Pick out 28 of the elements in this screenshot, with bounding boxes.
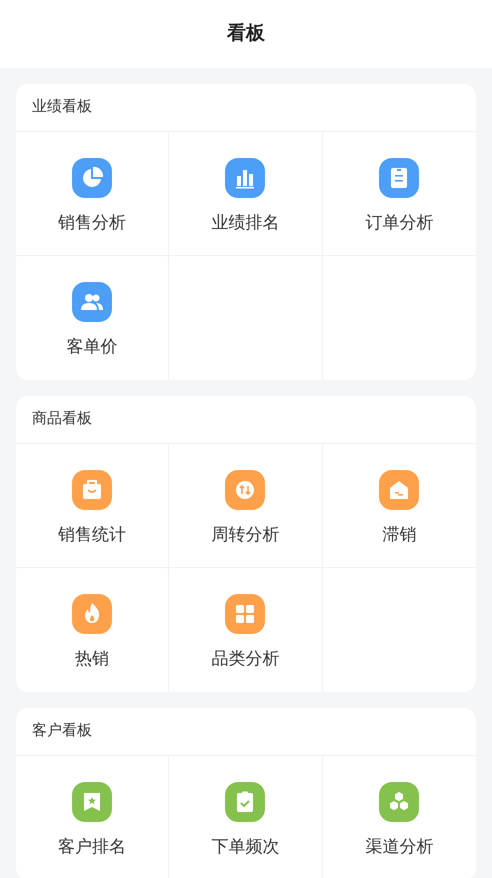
tile-label: 渠道分析 bbox=[365, 836, 434, 858]
tile-label: 销售统计 bbox=[58, 524, 126, 546]
dashboard-tile[interactable]: 客单价 bbox=[66, 256, 118, 360]
section-title: 商品看板 bbox=[32, 409, 92, 430]
tile-label: 品类分析 bbox=[211, 648, 280, 670]
dashboard-tile[interactable]: 周转分析 bbox=[211, 444, 280, 548]
dashboard-tile[interactable]: 销售统计 bbox=[58, 444, 126, 548]
tile-label: 业绩排名 bbox=[211, 212, 280, 234]
dashboard-tile[interactable]: 下单频次 bbox=[211, 756, 280, 860]
section-title: 业绩看板 bbox=[32, 97, 92, 118]
dashboard-tile[interactable]: 客户排名 bbox=[58, 756, 126, 860]
tile-label: 滞销 bbox=[382, 524, 416, 546]
dashboard-tile[interactable]: 品类分析 bbox=[211, 568, 280, 672]
tile-label: 客户排名 bbox=[58, 836, 126, 858]
dashboard-tile[interactable]: 业绩排名 bbox=[211, 132, 280, 236]
tile-label: 客单价 bbox=[66, 336, 118, 358]
tile-label: 订单分析 bbox=[365, 212, 434, 234]
tile-label: 下单频次 bbox=[211, 836, 280, 858]
tile-label: 销售分析 bbox=[58, 212, 126, 234]
page-title: 看板 bbox=[227, 22, 265, 46]
dashboard-tile[interactable]: 渠道分析 bbox=[365, 756, 434, 860]
dashboard-tile[interactable]: 订单分析 bbox=[365, 132, 434, 236]
tile-label: 周转分析 bbox=[211, 524, 280, 546]
dashboard-tile[interactable]: 热销 bbox=[72, 568, 112, 672]
tile-label: 热销 bbox=[75, 648, 110, 670]
section-title: 客户看板 bbox=[32, 721, 92, 742]
dashboard-tile[interactable]: 销售分析 bbox=[58, 132, 126, 236]
dashboard-tile[interactable]: 滞销 bbox=[379, 444, 420, 548]
